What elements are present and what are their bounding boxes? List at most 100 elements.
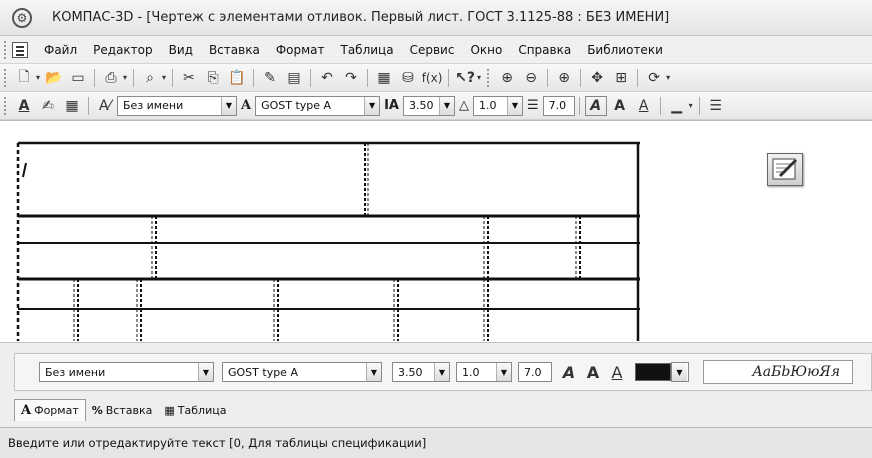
manager-icon[interactable]: ▦ <box>373 68 395 88</box>
toolbar-grip[interactable] <box>4 40 8 59</box>
chevron-down-icon[interactable]: ▼ <box>434 363 449 381</box>
print-preview-icon[interactable]: ⌕ <box>139 68 161 88</box>
toolbar-grip[interactable] <box>4 96 8 115</box>
cut-icon[interactable]: ✂ <box>178 68 200 88</box>
library-icon[interactable]: ⛁ <box>397 68 419 88</box>
menu-insert[interactable]: Вставка <box>201 43 268 57</box>
menu-service[interactable]: Сервис <box>402 43 463 57</box>
chevron-down-icon[interactable]: ▼ <box>366 363 381 381</box>
dropdown-arrow-icon[interactable]: ▾ <box>477 73 481 82</box>
menu-help[interactable]: Справка <box>510 43 579 57</box>
panel-font-select[interactable]: GOST type A ▼ <box>222 362 382 382</box>
kompas-logo-icon[interactable]: ⚙ <box>12 7 32 28</box>
toolbar-separator <box>547 68 549 87</box>
text-color-dropdown[interactable]: ▼ <box>671 362 689 382</box>
chevron-down-icon[interactable]: ▼ <box>198 363 213 381</box>
panel-italic-icon[interactable]: A <box>558 362 580 382</box>
menu-table[interactable]: Таблица <box>333 43 402 57</box>
tab-table[interactable]: ▦ Таблица <box>158 399 232 421</box>
text-insert-icon[interactable]: A <box>13 96 35 116</box>
menu-edit[interactable]: Редактор <box>85 43 160 57</box>
font-height-select[interactable]: 3.50 ▼ <box>403 95 455 116</box>
paste-icon[interactable]: 📋 <box>226 68 248 88</box>
style-select[interactable]: Без имени ▼ <box>117 95 237 116</box>
properties-icon[interactable]: ▤ <box>283 68 305 88</box>
finish-edit-button[interactable] <box>767 153 803 186</box>
panel-style-select[interactable]: Без имени ▼ <box>39 362 214 382</box>
panel-height-value: 3.50 <box>398 365 423 379</box>
menu-file[interactable]: Файл <box>36 43 85 57</box>
text-edit-icon[interactable]: ✍ <box>37 96 59 116</box>
table-insert-icon[interactable]: ▦ <box>61 96 83 116</box>
line-step-input[interactable]: 7.0 <box>542 95 575 116</box>
drawing-area[interactable] <box>0 120 872 342</box>
format-toolbar: A ✍ ▦ A⁄ Без имени ▼ A GOST type A ▼ IA … <box>0 92 872 120</box>
dropdown-arrow-icon[interactable]: ▾ <box>689 101 693 110</box>
toolbar-separator <box>578 96 580 115</box>
font-select[interactable]: GOST type A ▼ <box>255 95 381 116</box>
chevron-down-icon[interactable]: ▼ <box>221 96 236 115</box>
italic-icon[interactable]: A <box>584 95 607 116</box>
chevron-down-icon[interactable]: ▼ <box>507 96 522 115</box>
save-icon[interactable]: ▭ <box>67 68 89 88</box>
panel-style-value: Без имени <box>45 365 106 379</box>
underline-icon[interactable]: A <box>633 96 655 116</box>
menu-format[interactable]: Формат <box>268 43 333 57</box>
panel-narrowing-select[interactable]: 1.0 ▼ <box>456 362 512 382</box>
show-all-icon[interactable]: ⊞ <box>610 68 632 88</box>
new-document-icon[interactable]: 🗋 <box>13 68 35 88</box>
status-text: Введите или отредактируйте текст [0, Для… <box>8 436 427 450</box>
dropdown-arrow-icon[interactable]: ▾ <box>162 73 166 82</box>
properties-panel: Без имени ▼ GOST type A ▼ 3.50 ▼ 1.0 ▼ 7… <box>0 342 872 426</box>
menu-view[interactable]: Вид <box>161 43 201 57</box>
dropdown-arrow-icon[interactable]: ▾ <box>123 73 127 82</box>
redo-icon[interactable]: ↷ <box>340 68 362 88</box>
chevron-down-icon[interactable]: ▼ <box>672 363 687 381</box>
print-icon[interactable]: ⎙ <box>100 68 122 88</box>
open-folder-icon[interactable]: 📂 <box>43 68 65 88</box>
toolbar-grip[interactable] <box>4 68 8 87</box>
tab-insert-label: Вставка <box>105 403 153 417</box>
toolbar-grip[interactable] <box>487 68 491 87</box>
pan-icon[interactable]: ✥ <box>586 68 608 88</box>
bold-icon[interactable]: A <box>609 96 631 116</box>
zoom-in-icon[interactable]: ⊕ <box>496 68 518 88</box>
dropdown-arrow-icon[interactable]: ▾ <box>666 73 670 82</box>
copy-icon[interactable]: ⎘ <box>202 68 224 88</box>
tab-table-label: Таблица <box>177 403 227 417</box>
document-menu-icon[interactable] <box>12 41 28 58</box>
undo-icon[interactable]: ↶ <box>316 68 338 88</box>
narrowing-select[interactable]: 1.0 ▼ <box>473 95 523 116</box>
panel-bold-icon[interactable]: A <box>582 362 604 382</box>
zoom-window-icon[interactable]: ⊕ <box>553 68 575 88</box>
tab-insert[interactable]: % Вставка <box>86 399 159 421</box>
specification-table-drawing <box>16 141 640 341</box>
refresh-icon[interactable]: ⟳ <box>643 68 665 88</box>
variables-icon[interactable]: f(x) <box>421 68 443 88</box>
style-select-value: Без имени <box>123 99 184 112</box>
align-left-icon[interactable]: ☰ <box>705 96 727 116</box>
panel-step-input[interactable]: 7.0 <box>518 362 552 382</box>
text-style-icon[interactable]: A⁄ <box>94 96 116 116</box>
chevron-down-icon[interactable]: ▼ <box>496 363 511 381</box>
font-height-value: 3.50 <box>409 99 434 112</box>
font-height-icon: IA <box>384 98 399 113</box>
text-color-swatch[interactable] <box>635 363 671 381</box>
menu-libraries[interactable]: Библиотеки <box>579 43 671 57</box>
panel-height-select[interactable]: 3.50 ▼ <box>392 362 450 382</box>
tab-format[interactable]: A Формат <box>14 399 86 421</box>
dropdown-arrow-icon[interactable]: ▾ <box>36 73 40 82</box>
chevron-down-icon[interactable]: ▼ <box>364 96 380 115</box>
menu-window[interactable]: Окно <box>462 43 510 57</box>
zoom-out-icon[interactable]: ⊖ <box>520 68 542 88</box>
kompas-window: ⚙ КОМПАС-3D - [Чертеж с элементами отлив… <box>0 0 872 458</box>
window-title: КОМПАС-3D - [Чертеж с элементами отливок… <box>52 10 670 25</box>
chevron-down-icon[interactable]: ▼ <box>439 96 454 115</box>
format-brush-icon[interactable]: ✎ <box>259 68 281 88</box>
line-step-icon: ☰ <box>527 98 539 113</box>
toolbar-separator <box>580 68 582 87</box>
panel-underline-icon[interactable]: A <box>606 362 628 382</box>
text-color-icon[interactable]: ▁ <box>666 96 688 116</box>
context-help-icon[interactable]: ↖? <box>454 68 476 88</box>
text-cursor <box>22 162 27 178</box>
